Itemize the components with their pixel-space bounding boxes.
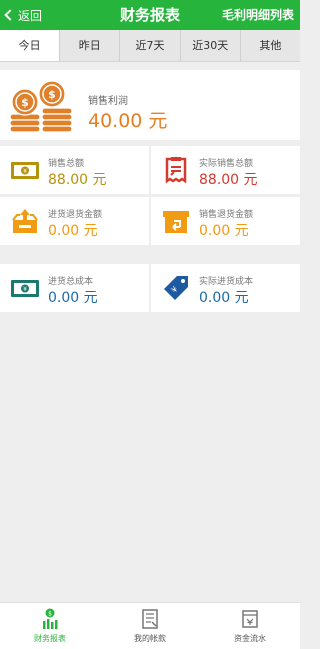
- purchase-return-value: 0.00 元: [48, 223, 98, 239]
- svg-text:$: $: [48, 611, 52, 618]
- receipt-icon: [165, 157, 187, 184]
- tab-today[interactable]: 今日: [0, 30, 61, 61]
- banknote-icon: ¥: [11, 280, 39, 297]
- svg-text:¥: ¥: [23, 168, 27, 175]
- purchase-cost-value: 0.00 元: [48, 290, 98, 306]
- bottom-nav: $ 财务报表 我的帐款 资金流水: [0, 602, 300, 649]
- purchase-return-label: 进货退货金额: [48, 210, 103, 220]
- sales-profit-value: 40.00 元: [88, 110, 168, 132]
- purchase-cost-cell: ¥ 进货总成本 0.00 元: [0, 264, 149, 312]
- purchase-cost-grid: ¥ 进货总成本 0.00 元 ¥ 实际进货成本 0.00 元: [0, 262, 300, 314]
- nav-label: 资金流水: [234, 634, 266, 643]
- sales-total-cell: ¥ 销售总额 88.00 元: [0, 146, 149, 194]
- sales-return-label: 销售退货金额: [199, 210, 254, 220]
- sales-profit-label: 销售利润: [88, 96, 128, 107]
- back-button[interactable]: 返回: [3, 0, 42, 30]
- sales-total-value: 88.00 元: [48, 172, 107, 188]
- coins-icon: $ $: [9, 80, 73, 132]
- sales-return-cell: 销售退货金额 0.00 元: [151, 197, 300, 245]
- actual-purchase-cost-label: 实际进货成本: [199, 277, 254, 287]
- actual-purchase-cost-value: 0.00 元: [199, 290, 249, 306]
- actual-sales-total-value: 88.00 元: [199, 172, 258, 188]
- nav-cash-flow[interactable]: 资金流水: [200, 603, 300, 649]
- box-upload-icon: [12, 209, 38, 233]
- price-tag-icon: ¥: [164, 276, 188, 300]
- report-icon: $: [43, 608, 58, 629]
- tab-yesterday[interactable]: 昨日: [60, 30, 121, 61]
- svg-text:$: $: [21, 96, 29, 109]
- date-range-tabs: 今日 昨日 近7天 近30天 其他: [0, 30, 300, 62]
- nav-label: 财务报表: [34, 634, 66, 643]
- banknote-icon: ¥: [11, 162, 39, 179]
- sales-total-label: 销售总额: [48, 159, 85, 169]
- purchase-return-cell: 进货退货金额 0.00 元: [0, 197, 149, 245]
- purchase-cost-label: 进货总成本: [48, 277, 94, 287]
- chevron-left-icon: [4, 9, 16, 21]
- sales-stats-grid: ¥ 销售总额 88.00 元 实际销售总额 88.00 元 进货退货金额 0.0…: [0, 146, 300, 245]
- cashflow-icon: [242, 610, 258, 628]
- top-bar: 返回 财务报表 毛利明细列表: [0, 0, 300, 30]
- sales-return-value: 0.00 元: [199, 223, 249, 239]
- gross-profit-list-link[interactable]: 毛利明细列表: [222, 0, 294, 30]
- tab-last-7-days[interactable]: 近7天: [120, 30, 181, 61]
- sales-profit-card: $ $ 销售利润 40.00 元: [0, 70, 300, 140]
- nav-financial-report[interactable]: $ 财务报表: [0, 603, 100, 649]
- tab-last-30-days[interactable]: 近30天: [181, 30, 241, 61]
- svg-text:¥: ¥: [23, 286, 27, 293]
- tab-other[interactable]: 其他: [241, 30, 300, 61]
- return-box-icon: [163, 211, 189, 233]
- back-label: 返回: [18, 8, 43, 23]
- actual-sales-total-cell: 实际销售总额 88.00 元: [151, 146, 300, 194]
- actual-purchase-cost-cell: ¥ 实际进货成本 0.00 元: [151, 264, 300, 312]
- actual-sales-total-label: 实际销售总额: [199, 159, 254, 169]
- nav-label: 我的帐款: [134, 634, 166, 643]
- nav-my-accounts[interactable]: 我的帐款: [100, 603, 200, 649]
- ledger-icon: [142, 609, 158, 629]
- svg-text:$: $: [48, 88, 56, 101]
